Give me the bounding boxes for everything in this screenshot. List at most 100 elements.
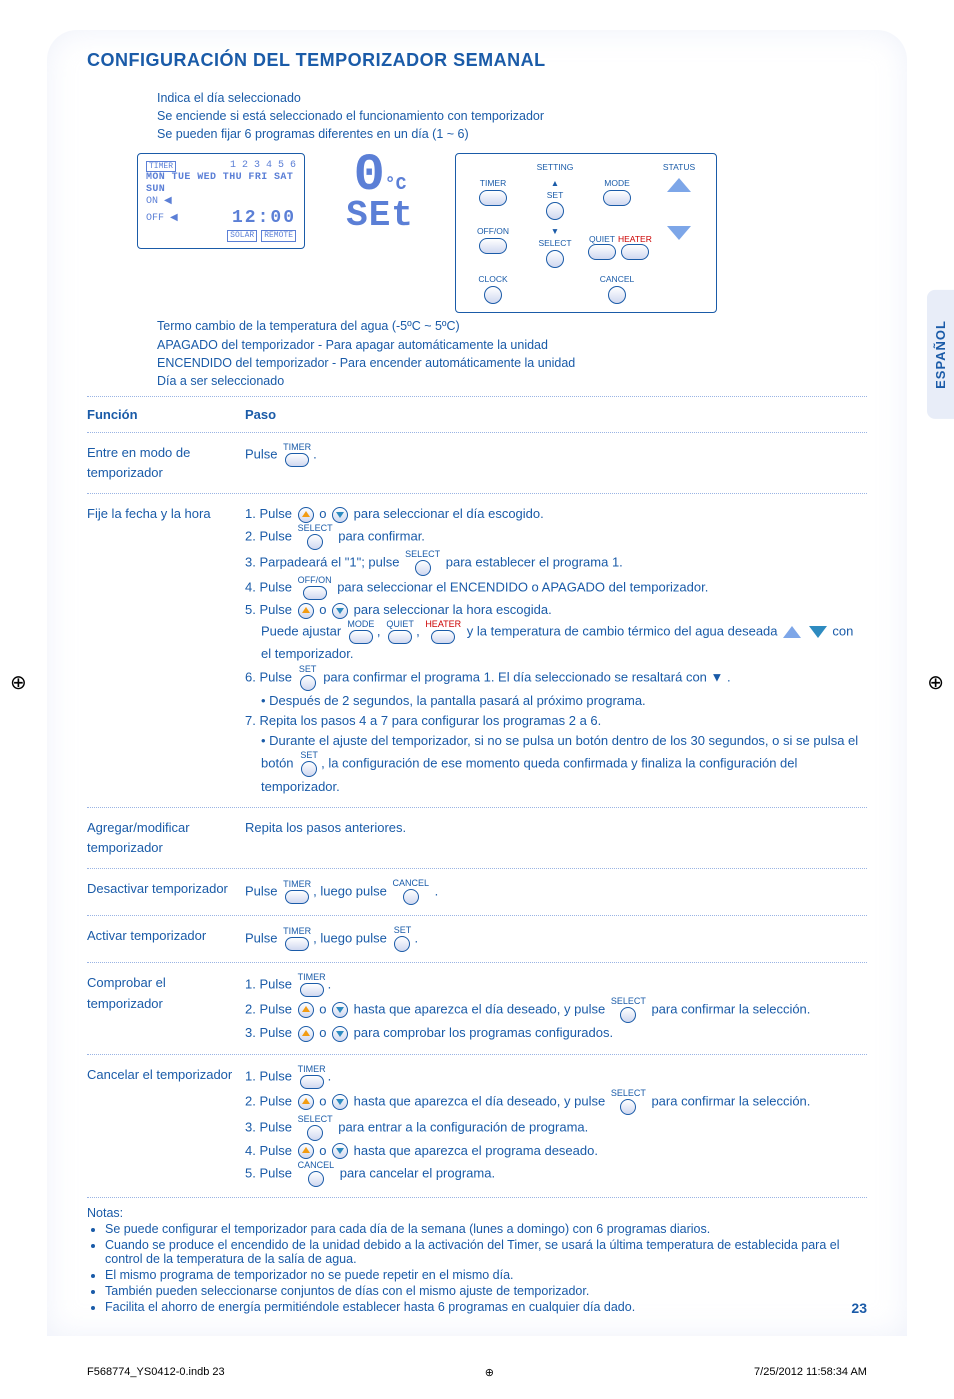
page-title: CONFIGURACIÓN DEL TEMPORIZADOR SEMANAL — [87, 50, 867, 71]
down-circle-icon — [332, 1002, 348, 1018]
down-circle-icon — [332, 507, 348, 523]
up-circle-icon — [298, 603, 314, 619]
step-line: 1. Pulse TIMER. — [245, 1065, 861, 1089]
step-line: 1. Pulse TIMER. — [245, 973, 861, 997]
page-footer: F568774_YS0412-0.indb 23 ⊕ 7/25/2012 11:… — [47, 1366, 907, 1379]
step-line: 6. Pulse SET para confirmar el programa … — [245, 665, 861, 691]
table-row: Activar temporizadorPulse TIMER, luego p… — [87, 922, 867, 956]
callout-line: APAGADO del temporizador - Para apagar a… — [157, 336, 867, 354]
lcd-days: MON TUE WED THU FRI SAT SUN — [146, 172, 296, 196]
bottom-callouts: Termo cambio de la temperatura del agua … — [157, 317, 867, 390]
select-label: SELECT — [538, 238, 571, 248]
timer-oval-icon — [285, 937, 309, 951]
step-line: • Después de 2 segundos, la pantalla pas… — [245, 691, 861, 711]
footer-left: F568774_YS0412-0.indb 23 — [87, 1366, 225, 1379]
step-line: Pulse TIMER, luego pulse SET. — [245, 926, 861, 952]
diagram-row: TIMER 1 2 3 4 5 6 MON TUE WED THU FRI SA… — [137, 153, 867, 313]
step-line: Repita los pasos anteriores. — [245, 818, 861, 838]
down-circle-icon — [332, 1143, 348, 1159]
step-line: 7. Repita los pasos 4 a 7 para configura… — [245, 711, 861, 731]
step-line: Puede ajustar MODE, QUIET, HEATER y la t… — [245, 620, 861, 664]
mode-button[interactable] — [603, 190, 631, 206]
table-row: Desactivar temporizadorPulse TIMER, lueg… — [87, 875, 867, 909]
mode-label: MODE — [604, 178, 630, 188]
cancel-button[interactable] — [608, 286, 626, 304]
set-indicator: SEt — [335, 200, 425, 232]
up-circle-icon — [298, 1094, 314, 1110]
heater-oval-icon — [431, 630, 455, 644]
offon-label: OFF/ON — [477, 226, 509, 236]
timer-label: TIMER — [480, 178, 506, 188]
step-line: Pulse TIMER. — [245, 443, 861, 467]
registration-mark-right: ⊕ — [927, 670, 944, 695]
lcd-on: ON ◀ — [146, 196, 172, 208]
quiet-label: QUIET — [589, 234, 615, 244]
quiet-button[interactable] — [588, 244, 616, 260]
func-cell: Comprobar el temporizador — [87, 969, 245, 1047]
footer-right: 7/25/2012 11:58:34 AM — [754, 1366, 867, 1379]
lcd-display: TIMER 1 2 3 4 5 6 MON TUE WED THU FRI SA… — [137, 153, 305, 248]
language-tab: ESPAÑOL — [927, 290, 954, 419]
status-label: STATUS — [663, 162, 695, 172]
timer-oval-icon — [300, 1075, 324, 1089]
table-row: Cancelar el temporizador1. Pulse TIMER.2… — [87, 1061, 867, 1191]
step-line: 1. Pulse o para seleccionar el día escog… — [245, 504, 861, 524]
note-item: También pueden seleccionarse conjuntos d… — [105, 1284, 867, 1298]
callout-line: Indica el día seleccionado — [157, 89, 867, 107]
lcd-timer-label: TIMER — [146, 161, 176, 173]
note-item: Facilita el ahorro de energía permitiénd… — [105, 1300, 867, 1314]
select-circ-icon — [415, 560, 431, 576]
step-line: 5. Pulse CANCEL para cancelar el program… — [245, 1161, 861, 1187]
mode-oval-icon — [349, 630, 373, 644]
offon-button[interactable] — [479, 238, 507, 254]
step-line: 3. Pulse o para comprobar los programas … — [245, 1023, 861, 1043]
down-button[interactable] — [667, 226, 691, 240]
set-label: SET — [547, 190, 564, 200]
up-circle-icon — [298, 1002, 314, 1018]
hdr-func: Función — [87, 403, 245, 426]
timer-oval-icon — [285, 453, 309, 467]
hdr-step: Paso — [245, 403, 867, 426]
note-item: Cuando se produce el encendido de la uni… — [105, 1238, 867, 1266]
down-circle-icon — [332, 603, 348, 619]
func-cell: Fije la fecha y la hora — [87, 500, 245, 801]
table-row: Agregar/modificar temporizadorRepita los… — [87, 814, 867, 862]
step-line: 5. Pulse o para seleccionar la hora esco… — [245, 600, 861, 620]
page-number: 23 — [851, 1300, 867, 1316]
note-item: Se puede configurar el temporizador para… — [105, 1222, 867, 1236]
set-button[interactable] — [546, 202, 564, 220]
notes-section: Notas: Se puede configurar el temporizad… — [87, 1206, 867, 1314]
step-cell: 1. Pulse o para seleccionar el día escog… — [245, 500, 867, 801]
setting-label: SETTING — [537, 162, 574, 172]
step-line: 3. Parpadeará el "1"; pulse SELECT para … — [245, 550, 861, 576]
temp-unit: °C — [385, 175, 407, 195]
select-circ-icon — [620, 1099, 636, 1115]
step-line: • Durante el ajuste del temporizador, si… — [245, 731, 861, 797]
func-cell: Cancelar el temporizador — [87, 1061, 245, 1191]
footer-reg-mark: ⊕ — [485, 1366, 494, 1379]
lcd-time: 12:00 — [232, 208, 296, 230]
down-circle-icon — [332, 1026, 348, 1042]
select-button[interactable] — [546, 250, 564, 268]
lcd-off: OFF ◀ — [146, 213, 178, 225]
func-cell: Agregar/modificar temporizador — [87, 814, 245, 862]
set-circ-icon — [301, 761, 317, 777]
up-circle-icon — [298, 1143, 314, 1159]
up-circle-icon — [298, 1026, 314, 1042]
step-line: Pulse TIMER, luego pulse CANCEL . — [245, 879, 861, 905]
timer-button[interactable] — [479, 190, 507, 206]
func-cell: Entre en modo de temporizador — [87, 439, 245, 487]
step-cell: Pulse TIMER, luego pulse CANCEL . — [245, 875, 867, 909]
cancel-label: CANCEL — [600, 274, 634, 284]
step-cell: 1. Pulse TIMER.2. Pulse o hasta que apar… — [245, 969, 867, 1047]
down-circle-icon — [332, 1094, 348, 1110]
page-content: CONFIGURACIÓN DEL TEMPORIZADOR SEMANAL I… — [47, 30, 907, 1336]
clock-button[interactable] — [484, 286, 502, 304]
steps-table: Función Paso — [87, 403, 867, 426]
heater-button[interactable] — [621, 244, 649, 260]
quiet-oval-icon — [388, 630, 412, 644]
step-line: 4. Pulse o hasta que aparezca el program… — [245, 1141, 861, 1161]
up-button[interactable] — [667, 178, 691, 192]
button-panel: SETTING STATUS TIMER ▲SET MODE OFF/ON ▼S… — [455, 153, 717, 313]
triangle-down-icon — [809, 626, 827, 638]
